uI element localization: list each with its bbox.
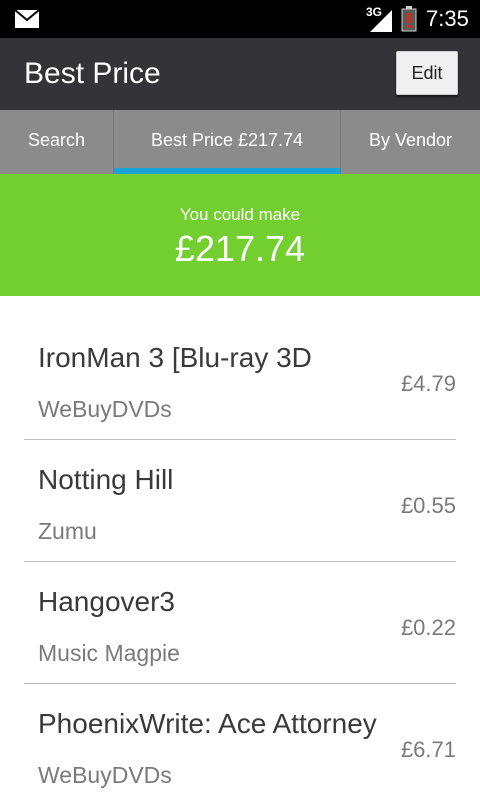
tab-label: Best Price £217.74: [150, 130, 304, 150]
tab-bar: Search Best Price £217.74 By Vendor: [0, 110, 480, 174]
item-name: Hangover3: [38, 586, 175, 617]
item-price: £0.55: [400, 493, 456, 518]
tab-label: Search: [27, 130, 86, 150]
item-price: £4.79: [400, 371, 456, 396]
signal-icon: [368, 8, 392, 37]
item-name: PhoenixWrite: Ace Attorney: [38, 708, 377, 739]
list-item[interactable]: Hangover3 Music Magpie £0.22: [24, 562, 456, 684]
edit-button[interactable]: Edit: [396, 51, 458, 95]
list-item[interactable]: IronMan 3 [Blu-ray 3D WeBuyDVDs £4.79: [24, 318, 456, 440]
item-vendor: Music Magpie: [38, 640, 180, 666]
item-price: £0.22: [400, 615, 456, 640]
item-vendor: WeBuyDVDs: [38, 396, 172, 422]
status-bar: 3G 7:35: [0, 0, 480, 38]
action-bar: Best Price Edit: [0, 38, 480, 110]
item-name: IronMan 3 [Blu-ray 3D: [38, 342, 312, 373]
tab-by-vendor[interactable]: By Vendor: [341, 110, 480, 174]
item-name: Notting Hill: [38, 464, 174, 495]
banner-caption: You could make: [179, 205, 301, 224]
list-item[interactable]: Notting Hill Zumu £0.55: [24, 440, 456, 562]
page-title: Best Price: [24, 57, 161, 90]
tab-search[interactable]: Search: [0, 110, 114, 174]
tab-best-price[interactable]: Best Price £217.74: [114, 110, 341, 174]
item-vendor: WeBuyDVDs: [38, 762, 172, 788]
total-banner: You could make £217.74: [0, 174, 480, 296]
list-item[interactable]: PhoenixWrite: Ace Attorney WeBuyDVDs £6.…: [24, 684, 456, 800]
clock: 7:35: [426, 6, 469, 31]
battery-low-icon: [401, 6, 417, 37]
price-list: IronMan 3 [Blu-ray 3D WeBuyDVDs £4.79 No…: [24, 318, 456, 800]
item-vendor: Zumu: [38, 518, 97, 544]
item-price: £6.71: [400, 737, 456, 762]
mail-icon: [14, 9, 40, 34]
tab-label: By Vendor: [368, 130, 453, 150]
banner-amount: £217.74: [174, 228, 306, 269]
